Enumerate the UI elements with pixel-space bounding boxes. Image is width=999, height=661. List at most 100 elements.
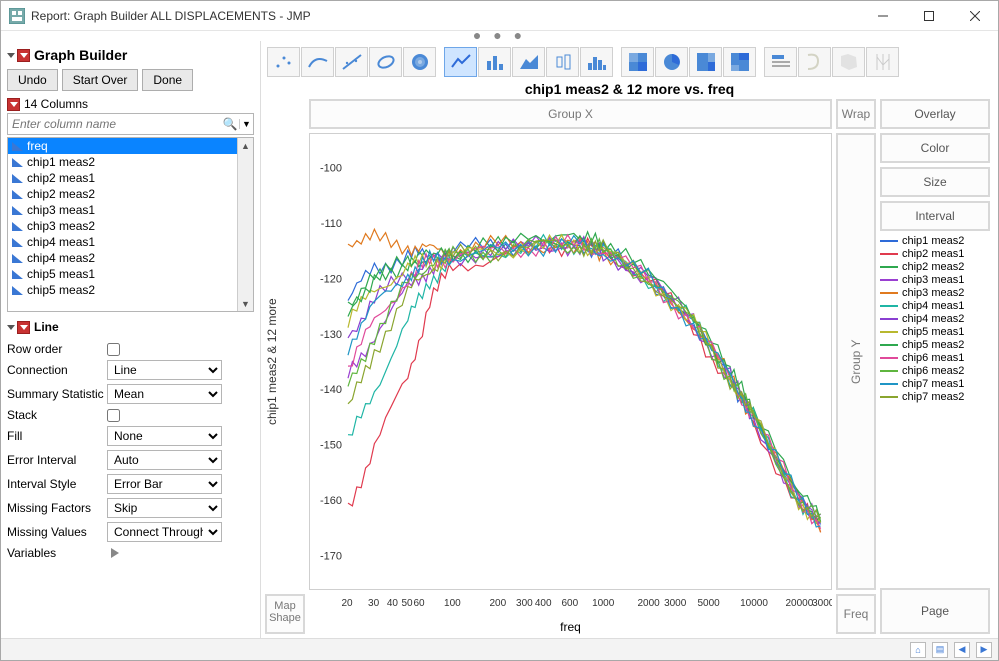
search-dropdown-icon[interactable]: ▼ (239, 119, 253, 129)
panel-menu-icon[interactable] (17, 49, 30, 62)
status-bar: ⌂ ▤ ◀ ▶ (1, 638, 998, 660)
legend-swatch (880, 305, 898, 307)
status-fwd-icon[interactable]: ▶ (976, 642, 992, 658)
disclosure-icon[interactable] (7, 325, 15, 330)
mosaic-type-button[interactable] (723, 47, 756, 77)
legend-item[interactable]: chip5 meas1 (880, 326, 990, 339)
legend-label: chip2 meas2 (902, 261, 964, 273)
legend-item[interactable]: chip2 meas2 (880, 261, 990, 274)
interval-zone[interactable]: Interval (880, 201, 990, 231)
legend-item[interactable]: chip3 meas1 (880, 274, 990, 287)
svg-text:-120: -120 (320, 273, 342, 285)
page-zone[interactable]: Page (880, 588, 990, 634)
legend-item[interactable]: chip6 meas1 (880, 352, 990, 365)
legend-item[interactable]: chip3 meas2 (880, 287, 990, 300)
scroll-down-icon[interactable]: ▼ (238, 296, 253, 311)
legend-item[interactable]: chip1 meas2 (880, 235, 990, 248)
heatmap-type-button[interactable] (621, 47, 654, 77)
mapshapes-type-button[interactable] (832, 47, 865, 77)
legend-swatch (880, 396, 898, 398)
column-item[interactable]: chip2 meas2 (8, 186, 253, 202)
column-item[interactable]: freq (8, 138, 253, 154)
fill-select[interactable]: None (107, 426, 222, 446)
columns-menu-icon[interactable] (7, 98, 20, 111)
legend-label: chip1 meas2 (902, 235, 964, 247)
legend-item[interactable]: chip4 meas1 (880, 300, 990, 313)
column-item[interactable]: chip1 meas2 (8, 154, 253, 170)
status-home-icon[interactable]: ⌂ (910, 642, 926, 658)
legend-swatch (880, 331, 898, 333)
interval-style-select[interactable]: Error Bar (107, 474, 222, 494)
row-order-checkbox[interactable] (107, 343, 120, 356)
plot-area[interactable]: -100-110-120-130-140-150-160-170 (309, 133, 832, 590)
line-type-button[interactable] (444, 47, 477, 77)
parallel-type-button[interactable] (866, 47, 899, 77)
column-item[interactable]: chip3 meas2 (8, 218, 253, 234)
column-name: chip4 meas2 (27, 251, 95, 265)
points-type-button[interactable] (267, 47, 300, 77)
ellipse-type-button[interactable] (369, 47, 402, 77)
groupy-zone[interactable]: Group Y (836, 133, 876, 590)
close-button[interactable] (952, 1, 998, 31)
formula-type-button[interactable] (798, 47, 831, 77)
column-name: freq (27, 139, 48, 153)
column-list[interactable]: freqchip1 meas2chip2 meas1chip2 meas2chi… (7, 137, 254, 312)
bar-type-button[interactable] (478, 47, 511, 77)
legend-item[interactable]: chip7 meas2 (880, 391, 990, 404)
color-zone[interactable]: Color (880, 133, 990, 163)
area-type-button[interactable] (512, 47, 545, 77)
button-row: Undo Start Over Done (7, 69, 254, 91)
groupx-zone[interactable]: Group X (309, 99, 832, 129)
legend-item[interactable]: chip7 meas1 (880, 378, 990, 391)
minimize-button[interactable] (860, 1, 906, 31)
wrap-zone[interactable]: Wrap (836, 99, 876, 129)
treemap-type-button[interactable] (689, 47, 722, 77)
svg-text:300: 300 (516, 598, 533, 609)
error-interval-select[interactable]: Auto (107, 450, 222, 470)
size-zone[interactable]: Size (880, 167, 990, 197)
error-interval-label: Error Interval (7, 453, 107, 467)
contour-type-button[interactable] (403, 47, 436, 77)
histogram-type-button[interactable] (580, 47, 613, 77)
column-item[interactable]: chip5 meas1 (8, 266, 253, 282)
stack-checkbox[interactable] (107, 409, 120, 422)
column-scrollbar[interactable]: ▲ ▼ (237, 138, 253, 311)
missing-values-select[interactable]: Connect Through (107, 522, 222, 542)
undo-button[interactable]: Undo (7, 69, 58, 91)
connection-label: Connection (7, 363, 107, 377)
connection-select[interactable]: Line (107, 360, 222, 380)
line-menu-icon[interactable] (17, 321, 30, 334)
boxplot-type-button[interactable] (546, 47, 579, 77)
maximize-button[interactable] (906, 1, 952, 31)
smoother-type-button[interactable] (301, 47, 334, 77)
column-item[interactable]: chip2 meas1 (8, 170, 253, 186)
search-icon[interactable]: 🔍 (221, 117, 239, 131)
scroll-up-icon[interactable]: ▲ (238, 138, 253, 153)
summary-stat-select[interactable]: Mean (107, 384, 222, 404)
drag-handle[interactable]: ● ● ● (1, 31, 998, 41)
caption-type-button[interactable] (764, 47, 797, 77)
status-db-icon[interactable]: ▤ (932, 642, 948, 658)
mapshape-zone[interactable]: MapShape (265, 594, 305, 634)
variables-expand-icon[interactable] (111, 548, 119, 558)
line-section-header: Line (7, 318, 254, 336)
legend-item[interactable]: chip4 meas2 (880, 313, 990, 326)
disclosure-icon[interactable] (7, 53, 15, 58)
status-back-icon[interactable]: ◀ (954, 642, 970, 658)
overlay-zone[interactable]: Overlay (880, 99, 990, 129)
legend-item[interactable]: chip6 meas2 (880, 365, 990, 378)
column-item[interactable]: chip4 meas2 (8, 250, 253, 266)
column-item[interactable]: chip5 meas2 (8, 282, 253, 298)
search-input[interactable] (8, 114, 221, 134)
column-item[interactable]: chip3 meas1 (8, 202, 253, 218)
lineoffit-type-button[interactable] (335, 47, 368, 77)
done-button[interactable]: Done (142, 69, 193, 91)
startover-button[interactable]: Start Over (62, 69, 139, 91)
legend-item[interactable]: chip5 meas2 (880, 339, 990, 352)
column-name: chip2 meas1 (27, 171, 95, 185)
missing-factors-select[interactable]: Skip (107, 498, 222, 518)
pie-type-button[interactable] (655, 47, 688, 77)
legend-item[interactable]: chip2 meas1 (880, 248, 990, 261)
column-item[interactable]: chip4 meas1 (8, 234, 253, 250)
freq-zone[interactable]: Freq (836, 594, 876, 634)
